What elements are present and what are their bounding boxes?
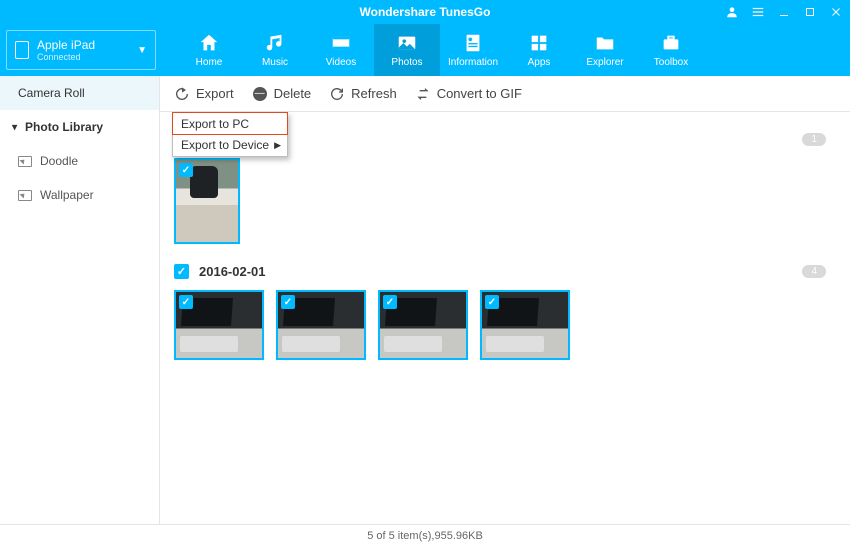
close-icon[interactable] xyxy=(828,4,844,20)
device-status: Connected xyxy=(37,52,95,62)
nav-information[interactable]: Information xyxy=(440,24,506,76)
device-selector[interactable]: Apple iPad Connected ▼ xyxy=(6,30,156,70)
window-controls xyxy=(724,0,844,24)
device-name: Apple iPad xyxy=(37,38,95,52)
nav-home[interactable]: Home xyxy=(176,24,242,76)
titlebar: Wondershare TunesGo xyxy=(0,0,850,24)
header: Apple iPad Connected ▼ Home Music Videos… xyxy=(0,24,850,76)
export-to-device[interactable]: Export to Device ▶ xyxy=(173,134,287,156)
convert-icon xyxy=(415,86,431,102)
main: Export — Delete Refresh Convert to GIF E… xyxy=(160,76,850,524)
group-count-badge: 4 xyxy=(802,265,826,278)
minimize-icon[interactable] xyxy=(776,4,792,20)
toolbar: Export — Delete Refresh Convert to GIF xyxy=(160,76,850,112)
refresh-icon xyxy=(329,86,345,102)
export-to-pc[interactable]: Export to PC xyxy=(172,112,288,135)
explorer-icon xyxy=(593,32,617,54)
photo-grid: 1 ✓ ✓ 2016-02-01 4 ✓ ✓ ✓ xyxy=(160,112,850,524)
music-icon xyxy=(263,32,287,54)
photo-thumbnail[interactable]: ✓ xyxy=(276,290,366,360)
caret-down-icon: ▼ xyxy=(137,45,147,56)
sidebar-item-doodle[interactable]: Doodle xyxy=(0,144,159,178)
sidebar: Camera Roll ▸ Photo Library Doodle Wallp… xyxy=(0,76,160,524)
picture-icon xyxy=(18,156,32,167)
export-button[interactable]: Export xyxy=(174,86,234,102)
sidebar-item-label: Photo Library xyxy=(25,120,103,134)
information-icon xyxy=(461,32,485,54)
export-icon xyxy=(174,86,190,102)
photo-thumbnail[interactable]: ✓ xyxy=(378,290,468,360)
checkbox-icon[interactable]: ✓ xyxy=(485,295,499,309)
refresh-button[interactable]: Refresh xyxy=(329,86,397,102)
sidebar-item-camera-roll[interactable]: Camera Roll xyxy=(0,76,159,110)
group-header: ✓ 2016-02-01 4 xyxy=(174,258,836,284)
export-dropdown: Export to PC Export to Device ▶ xyxy=(172,112,288,157)
picture-icon xyxy=(18,190,32,201)
group-title: 2016-02-01 xyxy=(199,264,266,279)
nav-photos[interactable]: Photos xyxy=(374,24,440,76)
user-icon[interactable] xyxy=(724,4,740,20)
device-text: Apple iPad Connected xyxy=(37,38,95,62)
photo-thumbnail[interactable]: ✓ xyxy=(174,158,240,244)
sidebar-item-label: Wallpaper xyxy=(40,188,94,202)
nav-explorer[interactable]: Explorer xyxy=(572,24,638,76)
toolbox-icon xyxy=(659,32,683,54)
nav-apps[interactable]: Apps xyxy=(506,24,572,76)
sidebar-item-wallpaper[interactable]: Wallpaper xyxy=(0,178,159,212)
tablet-icon xyxy=(15,41,29,59)
sidebar-item-label: Doodle xyxy=(40,154,78,168)
checkbox-icon[interactable]: ✓ xyxy=(179,163,193,177)
thumb-row: ✓ xyxy=(174,158,836,244)
apps-icon xyxy=(527,32,551,54)
photos-icon xyxy=(395,32,419,54)
checkbox-icon[interactable]: ✓ xyxy=(383,295,397,309)
status-text: 5 of 5 item(s),955.96KB xyxy=(367,530,483,542)
home-icon xyxy=(197,32,221,54)
main-nav: Home Music Videos Photos Information App… xyxy=(176,24,704,76)
caret-right-icon: ▸ xyxy=(9,124,20,129)
maximize-icon[interactable] xyxy=(802,4,818,20)
checkbox-icon[interactable]: ✓ xyxy=(174,264,189,279)
delete-button[interactable]: — Delete xyxy=(252,86,312,102)
videos-icon xyxy=(329,32,353,54)
menu-icon[interactable] xyxy=(750,4,766,20)
nav-videos[interactable]: Videos xyxy=(308,24,374,76)
photo-thumbnail[interactable]: ✓ xyxy=(480,290,570,360)
convert-gif-button[interactable]: Convert to GIF xyxy=(415,86,522,102)
checkbox-icon[interactable]: ✓ xyxy=(179,295,193,309)
group-count-badge: 1 xyxy=(802,133,826,146)
nav-toolbox[interactable]: Toolbox xyxy=(638,24,704,76)
statusbar: 5 of 5 item(s),955.96KB xyxy=(0,524,850,546)
photo-thumbnail[interactable]: ✓ xyxy=(174,290,264,360)
sidebar-item-photo-library[interactable]: ▸ Photo Library xyxy=(0,110,159,144)
thumb-row: ✓ ✓ ✓ ✓ xyxy=(174,290,836,360)
caret-right-icon: ▶ xyxy=(274,140,281,151)
app-title: Wondershare TunesGo xyxy=(360,5,491,19)
checkbox-icon[interactable]: ✓ xyxy=(281,295,295,309)
delete-icon: — xyxy=(252,86,268,102)
nav-music[interactable]: Music xyxy=(242,24,308,76)
sidebar-item-label: Camera Roll xyxy=(18,86,85,100)
